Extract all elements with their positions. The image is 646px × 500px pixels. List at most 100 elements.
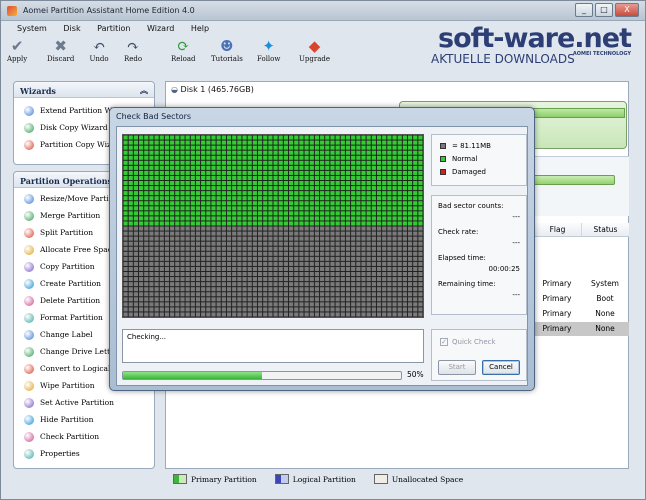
- menu-wizard[interactable]: Wizard: [147, 22, 174, 36]
- operation-item-check-partition[interactable]: Check Partition: [14, 428, 154, 445]
- operation-item-label: Delete Partition: [40, 296, 101, 305]
- elapsed-label: Elapsed time:: [438, 254, 486, 262]
- discard-icon: ✖: [54, 37, 67, 55]
- bad-sector-label: Bad sector counts:: [438, 202, 504, 210]
- operation-item-label: Format Partition: [40, 313, 103, 322]
- toolbar-apply-button[interactable]: ✔ Apply: [7, 37, 27, 63]
- wizards-header[interactable]: Wizards ︽: [14, 82, 154, 98]
- table-row[interactable]: Primary Boot: [533, 292, 629, 306]
- cell-flag: Primary: [542, 279, 572, 288]
- operation-item-set-active-partition[interactable]: Set Active Partition: [14, 394, 154, 411]
- operation-item-hide-partition[interactable]: Hide Partition: [14, 411, 154, 428]
- sector-grid-map: [123, 135, 423, 317]
- toolbar-follow-button[interactable]: ✦ Follow: [257, 37, 280, 63]
- normal-swatch: [440, 155, 446, 162]
- check-rate-value: ---: [512, 239, 520, 247]
- operations-title: Partition Operations: [20, 176, 113, 186]
- operation-item-icon: [24, 448, 34, 459]
- toolbar-reload-button[interactable]: ⟳ Reload: [171, 37, 196, 63]
- check-icon: ✔: [10, 37, 24, 55]
- menu-disk[interactable]: Disk: [63, 22, 80, 36]
- operation-item-icon: [24, 414, 34, 425]
- toolbar-redo-button[interactable]: ↷ Redo: [123, 37, 143, 63]
- operation-item-label: Wipe Partition: [40, 381, 95, 390]
- logo-main-text: soft-ware.net: [438, 23, 632, 54]
- legend-unallocated: Unallocated Space: [391, 474, 464, 484]
- disk-label: Disk 1 (465.76GB): [180, 85, 254, 94]
- cell-status: Boot: [596, 294, 614, 303]
- col-status[interactable]: Status: [581, 223, 629, 236]
- undo-icon: ↶: [92, 37, 106, 55]
- maximize-button[interactable]: □: [595, 3, 613, 17]
- operation-item-icon: [24, 244, 34, 255]
- damaged-text: Damaged: [452, 167, 486, 176]
- dialog-body: = 81.11MB Normal Damaged Bad sector coun…: [116, 126, 528, 386]
- operation-item-label: Hide Partition: [40, 415, 94, 424]
- operation-item-icon: [24, 363, 34, 374]
- progress-percent: 50%: [407, 370, 424, 379]
- operation-item-icon: [24, 193, 34, 204]
- partition-strip-bar: [531, 175, 615, 185]
- operation-item-label: Properties: [40, 449, 80, 458]
- checkbox-icon[interactable]: ✓: [440, 338, 448, 346]
- primary-swatch: [173, 474, 187, 484]
- toolbar-label: Tutorials: [211, 55, 243, 63]
- options-box: ✓ Quick Check Start Cancel: [431, 329, 527, 381]
- operation-item-icon: [24, 227, 34, 238]
- window-title: Aomei Partition Assistant Home Edition 4…: [23, 6, 195, 15]
- toolbar-undo-button[interactable]: ↶ Undo: [89, 37, 109, 63]
- follow-icon: ✦: [262, 37, 275, 55]
- operation-item-icon: [24, 278, 34, 289]
- progress-bar: [122, 371, 402, 380]
- collapse-icon[interactable]: ︽: [140, 85, 148, 96]
- table-row[interactable]: Primary System: [533, 277, 629, 291]
- table-row[interactable]: Primary None: [533, 307, 629, 321]
- start-button[interactable]: Start: [438, 360, 476, 375]
- logical-swatch: [274, 474, 289, 484]
- col-flag[interactable]: Flag: [533, 223, 581, 236]
- toolbar-label: Follow: [257, 55, 281, 63]
- damaged-swatch: [440, 168, 446, 175]
- partition-usage-bar: [530, 108, 625, 118]
- cancel-button[interactable]: Cancel: [482, 360, 520, 375]
- disk-header[interactable]: ◒ Disk 1 (465.76GB): [171, 85, 254, 94]
- minimize-button[interactable]: _: [575, 3, 593, 17]
- operation-item-label: Convert to Logical: [40, 364, 111, 373]
- operation-item-icon: [24, 431, 34, 442]
- operation-item-icon: [24, 380, 34, 391]
- operation-item-icon: [24, 295, 34, 306]
- toolbar-upgrade-button[interactable]: ◆ Upgrade: [299, 37, 330, 63]
- wizard-item-label: Disk Copy Wizard: [40, 123, 108, 132]
- operation-item-properties[interactable]: Properties: [14, 445, 154, 462]
- app-window: Aomei Partition Assistant Home Edition 4…: [0, 0, 646, 500]
- logo-sub-text: AKTUELLE DOWNLOADS: [431, 52, 575, 66]
- title-bar: Aomei Partition Assistant Home Edition 4…: [1, 1, 645, 21]
- dialog-title: Check Bad Sectors: [116, 112, 192, 121]
- close-button[interactable]: X: [615, 3, 639, 17]
- wizards-title: Wizards: [20, 86, 56, 96]
- menu-partition[interactable]: Partition: [97, 22, 130, 36]
- menu-help[interactable]: Help: [191, 22, 209, 36]
- table-row[interactable]: Primary None: [533, 322, 629, 336]
- operation-item-icon: [24, 329, 34, 340]
- toolbar-discard-button[interactable]: ✖ Discard: [47, 37, 74, 63]
- legend-primary: Primary Partition: [191, 474, 257, 484]
- toolbar-tutorials-button[interactable]: ☻ Tutorials: [211, 37, 243, 63]
- toolbar-label: Discard: [47, 55, 75, 63]
- operation-item-label: Create Partition: [40, 279, 102, 288]
- quick-check-option[interactable]: ✓ Quick Check: [440, 338, 496, 346]
- operation-item-icon: [24, 346, 34, 357]
- quick-check-label: Quick Check: [452, 338, 496, 346]
- unallocated-swatch: [373, 474, 388, 484]
- progress-fill: [123, 372, 262, 379]
- operation-item-icon: [24, 312, 34, 323]
- menu-system[interactable]: System: [17, 22, 47, 36]
- legend-bar: Primary Partition Logical Partition Unal…: [165, 471, 629, 487]
- wizard-item-icon: [24, 122, 34, 133]
- operation-item-label: Merge Partition: [40, 211, 101, 220]
- operation-item-label: Change Drive Letter: [40, 347, 119, 356]
- upgrade-icon: ◆: [308, 37, 321, 55]
- disk-icon: ◒: [171, 85, 181, 94]
- log-text: Checking...: [127, 333, 167, 341]
- operation-item-label: Allocate Free Space: [40, 245, 117, 254]
